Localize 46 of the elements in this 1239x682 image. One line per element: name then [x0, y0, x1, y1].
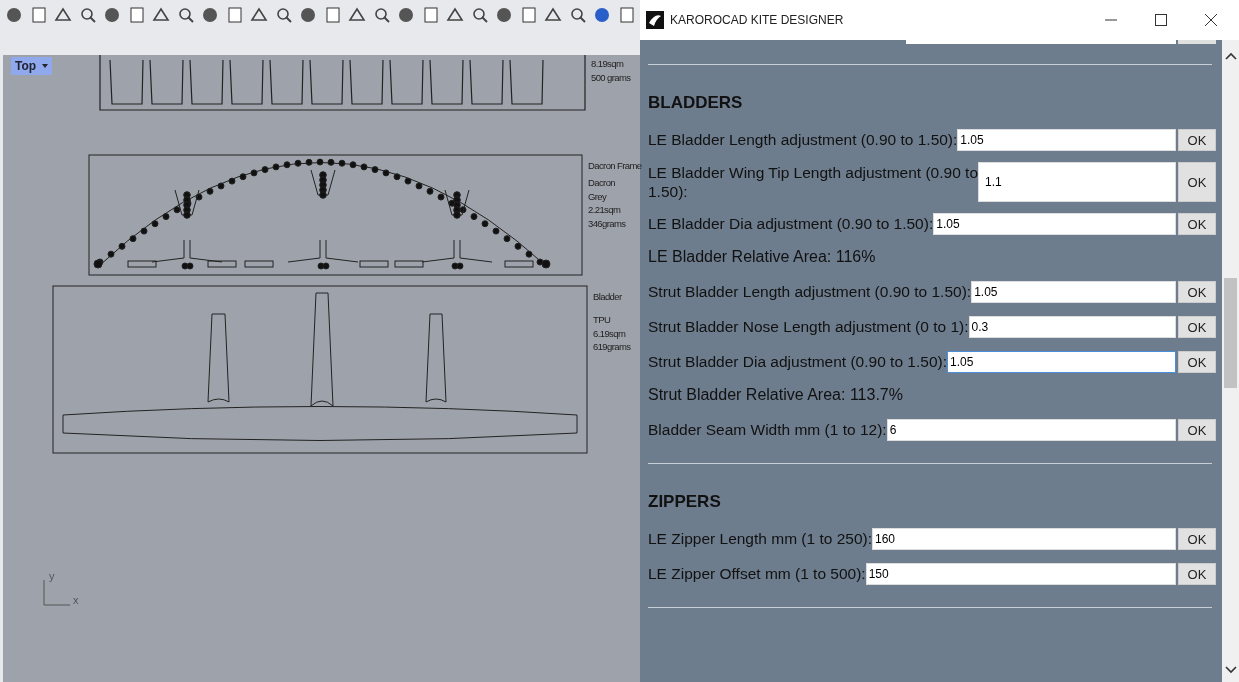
annotation-text: Bladder	[593, 290, 622, 304]
annotation-text: Dacron	[588, 176, 617, 190]
field-label: LE Bladder Dia adjustment (0.90 to 1.50):	[648, 215, 934, 233]
field-label: Strut Bladder Length adjustment (0.90 to 1.50):	[648, 283, 972, 301]
annotation-text: 6.19sqm	[593, 326, 627, 340]
annotation-text: 8.19sqm	[591, 57, 625, 71]
input-field[interactable]: 1.05	[957, 129, 1176, 151]
input-field[interactable]: 1.05	[971, 281, 1176, 303]
ok-button[interactable]: OK	[1178, 351, 1216, 373]
readout-text: LE Bladder Relative Area: 116%	[648, 248, 877, 266]
annotation-text: 619grams	[593, 340, 631, 354]
input-field[interactable]: 1.1	[978, 162, 1176, 202]
readout-text: Strut Bladder Relative Area: 113.7%	[648, 386, 904, 404]
ok-button[interactable]: OK	[1178, 281, 1216, 303]
input-field[interactable]: 1.05	[933, 213, 1176, 235]
annotation-text: 346grams	[588, 216, 626, 230]
ok-button[interactable]: OK	[1178, 419, 1216, 441]
input-field[interactable]: 6	[886, 419, 1176, 441]
ok-button[interactable]: OK	[1178, 316, 1216, 338]
axis-label: y	[49, 570, 55, 582]
annotation-text: 2.21sqm	[588, 203, 622, 217]
annotation-text: Grey	[588, 189, 608, 203]
field-label: LE Bladder Wing Tip Length adjustment (0.90 to 1.50):	[648, 163, 978, 201]
axis-label: x	[73, 594, 79, 606]
view-tab[interactable]: Top	[11, 57, 53, 75]
ok-button[interactable]: OK	[1178, 129, 1216, 151]
field-label: Bladder Seam Width mm (1 to 12):	[648, 421, 887, 439]
input-field[interactable]: 150	[865, 563, 1176, 585]
ok-button[interactable]: OK	[1178, 213, 1216, 235]
input-field[interactable]: 1.05	[946, 351, 1176, 373]
ok-button[interactable]: OK	[1178, 528, 1216, 550]
field-label: LE Zipper Length mm (1 to 250):	[648, 530, 872, 548]
annotation-text: Dacron Frame	[588, 159, 642, 173]
field-label: Strut Bladder Dia adjustment (0.90 to 1.50):	[648, 353, 947, 371]
ok-button[interactable]: OK	[1178, 563, 1216, 585]
section-heading: ZIPPERS	[648, 492, 722, 512]
field-label: LE Zipper Offset mm (1 to 500):	[648, 565, 866, 583]
input-field[interactable]: 160	[872, 528, 1176, 550]
annotation-text: 500 grams	[591, 70, 631, 84]
annotation-text: TPU	[593, 313, 612, 327]
section-heading: BLADDERS	[648, 93, 744, 113]
window-title: KAROROCAD KITE DESIGNER	[670, 13, 845, 27]
ok-button[interactable]: OK	[1178, 162, 1216, 202]
field-label: Strut Bladder Nose Length adjustment (0 to 1):	[648, 318, 969, 336]
field-label: LE Bladder Length adjustment (0.90 to 1.50):	[648, 131, 958, 149]
input-field[interactable]: 0.3	[968, 316, 1176, 338]
